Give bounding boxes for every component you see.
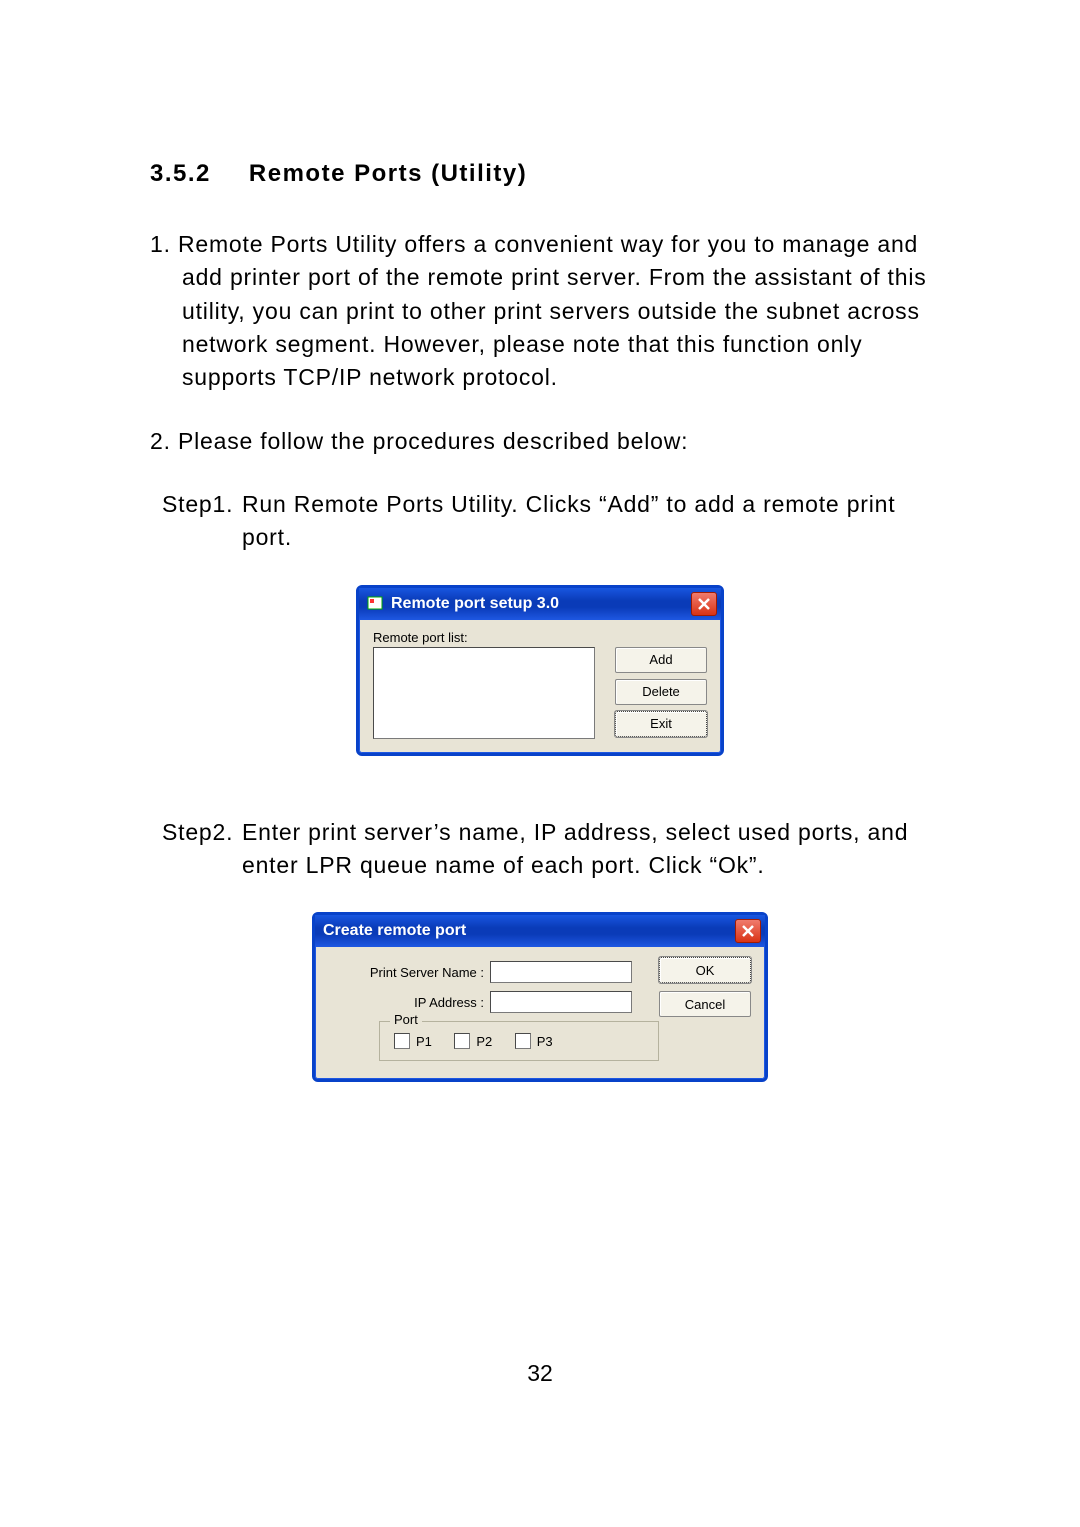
remote-port-listbox[interactable] [373,647,595,739]
app-icon [367,596,385,612]
section-heading: 3.5.2 Remote Ports (Utility) [150,160,930,188]
port-fieldset: Port P1 P2 P3 [379,1021,659,1061]
create-remote-port-dialog: Create remote port Print Server Name : I… [312,912,768,1082]
dialog2-title: Create remote port [323,922,466,940]
dialog1-body: Remote port list: Add Delete Exit [359,620,721,753]
add-button[interactable]: Add [615,647,707,673]
remote-port-list-label: Remote port list: [373,630,707,645]
delete-button[interactable]: Delete [615,679,707,705]
p1-checkbox[interactable] [394,1033,410,1049]
p2-label: P2 [476,1034,492,1049]
close-icon [741,924,755,938]
p1-label: P1 [416,1034,432,1049]
cancel-button[interactable]: Cancel [659,991,751,1017]
close-icon [697,597,711,611]
dialog1-title: Remote port setup 3.0 [391,595,559,613]
server-name-input[interactable] [490,961,632,983]
step2-text: Enter print server’s name, IP address, s… [242,819,908,878]
server-name-label: Print Server Name : [329,965,484,980]
dialog1-titlebar: Remote port setup 3.0 [359,588,721,620]
ip-address-label: IP Address : [329,995,484,1010]
section-number: 3.5.2 [150,160,211,188]
remote-port-setup-dialog: Remote port setup 3.0 Remote port list: … [356,585,724,756]
p3-checkbox[interactable] [515,1033,531,1049]
step1: Step1.Run Remote Ports Utility. Clicks “… [150,488,930,555]
paragraph-2: 2. Please follow the procedures describe… [150,425,930,458]
exit-button[interactable]: Exit [615,711,707,737]
ip-address-input[interactable] [490,991,632,1013]
page-number: 32 [0,1360,1080,1387]
section-title: Remote Ports (Utility) [249,160,527,187]
step2-label: Step2. [162,816,242,849]
p3-label: P3 [537,1034,553,1049]
close-button[interactable] [735,919,761,943]
close-button[interactable] [691,592,717,616]
ok-button[interactable]: OK [659,957,751,983]
dialog2-titlebar: Create remote port [315,915,765,947]
paragraph-1: 1. Remote Ports Utility offers a conveni… [150,228,930,395]
step2: Step2.Enter print server’s name, IP addr… [150,816,930,883]
step1-label: Step1. [162,488,242,521]
port-legend: Port [390,1012,422,1027]
dialog2-body: Print Server Name : IP Address : Port P1… [315,947,765,1079]
p2-checkbox[interactable] [454,1033,470,1049]
document-page: 3.5.2 Remote Ports (Utility) 1. Remote Po… [0,0,1080,1527]
step1-text: Run Remote Ports Utility. Clicks “Add” t… [242,491,895,550]
